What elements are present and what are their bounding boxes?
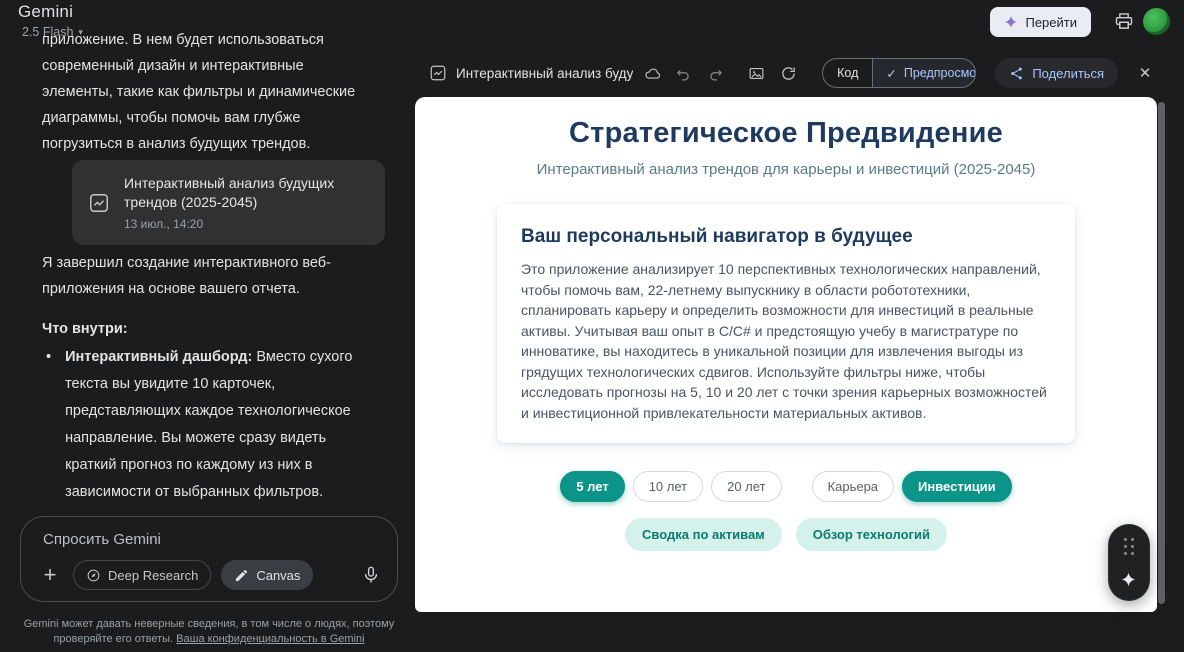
filter-investments[interactable]: Инвестиции bbox=[902, 471, 1012, 502]
filter-5-years[interactable]: 5 лет bbox=[560, 471, 625, 502]
canvas-scrollbar bbox=[1158, 102, 1165, 604]
canvas-title[interactable]: Интерактивный анализ будущи... bbox=[456, 66, 633, 81]
canvas-header: Интерактивный анализ будущи... bbox=[415, 52, 1165, 94]
artifact-card[interactable]: Интерактивный анализ будущих трендов (20… bbox=[72, 160, 385, 245]
artifact-title: Интерактивный анализ будущих трендов (20… bbox=[124, 175, 335, 210]
pencil-icon bbox=[236, 569, 248, 581]
canvas-chart-icon bbox=[88, 192, 110, 214]
check-icon: ✓ bbox=[886, 66, 897, 81]
preview-subtitle: Интерактивный анализ трендов для карьеры… bbox=[536, 161, 1036, 178]
screenshot-image-button[interactable] bbox=[746, 60, 768, 86]
canvas-panel: Интерактивный анализ будущи... bbox=[415, 52, 1165, 612]
canvas-preview: Стратегическое Предвидение Интерактивный… bbox=[415, 97, 1157, 612]
composer-toolbar: + Deep Research Canvas bbox=[37, 560, 383, 590]
share-icon bbox=[1011, 67, 1023, 79]
undo-button[interactable] bbox=[673, 60, 695, 86]
chat-message-done: Я завершил создание интерактивного веб-п… bbox=[42, 255, 331, 297]
cloud-save-icon[interactable] bbox=[642, 60, 664, 86]
filter-10-years[interactable]: 10 лет bbox=[632, 471, 704, 502]
filter-20-years[interactable]: 20 лет bbox=[711, 471, 782, 502]
canvas-chip-label: Canvas bbox=[256, 567, 301, 583]
canvas-doc-icon bbox=[429, 64, 447, 82]
code-tab[interactable]: Код bbox=[823, 59, 874, 87]
mic-button[interactable] bbox=[361, 564, 383, 586]
chat-bullet-item: • Интерактивный дашборд: Вместо сухого т… bbox=[46, 344, 368, 506]
intro-card-body: Это приложение анализирует 10 перспектив… bbox=[521, 261, 1047, 421]
preview-tab[interactable]: ✓ Предпросмотр bbox=[873, 59, 976, 87]
gemini-sparkle-icon bbox=[1004, 15, 1018, 29]
gemini-logo: Gemini bbox=[18, 2, 74, 21]
artifact-timestamp: 13 июл., 14:20 bbox=[124, 217, 204, 231]
close-canvas-button[interactable]: ✕ bbox=[1133, 59, 1157, 87]
filter-career[interactable]: Карьера bbox=[811, 471, 895, 502]
chat-message-top: приложение. В нем будет использоваться с… bbox=[42, 32, 356, 152]
bullet-text: Интерактивный дашборд: Вместо сухого тек… bbox=[65, 349, 353, 500]
gemini-app: Gemini 2.5 Flash ▾ Перейти приложение. В… bbox=[0, 0, 1184, 652]
disclaimer: Gemini может давать неверные сведения, в… bbox=[10, 617, 408, 647]
artifact-card-text: Интерактивный анализ будущих трендов (20… bbox=[124, 174, 369, 231]
secondary-actions: Сводка по активам Обзор технологий bbox=[415, 518, 1157, 551]
canvas-chip[interactable]: Canvas bbox=[221, 560, 314, 590]
refresh-button[interactable] bbox=[777, 60, 799, 86]
go-button-label: Перейти bbox=[1025, 14, 1077, 30]
compass-icon bbox=[87, 569, 100, 581]
deep-research-label: Deep Research bbox=[108, 567, 199, 583]
tech-overview-button[interactable]: Обзор технологий bbox=[795, 518, 947, 551]
go-button[interactable]: Перейти bbox=[990, 7, 1091, 37]
share-button[interactable]: Поделиться bbox=[995, 58, 1119, 88]
privacy-link[interactable]: Ваша конфиденциальность в Gemini bbox=[176, 633, 364, 645]
deep-research-chip[interactable]: Deep Research bbox=[73, 560, 212, 590]
code-preview-toggle: Код ✓ Предпросмотр bbox=[822, 58, 977, 88]
redo-button[interactable] bbox=[704, 60, 726, 86]
bullet-icon: • bbox=[46, 349, 52, 365]
scrollbar-thumb[interactable] bbox=[1158, 102, 1165, 604]
time-view-filters: 5 лет 10 лет 20 лет Карьера Инвестиции bbox=[415, 471, 1157, 502]
floating-toolbar bbox=[1108, 524, 1150, 601]
assets-summary-button[interactable]: Сводка по активам bbox=[625, 518, 782, 551]
add-button[interactable]: + bbox=[37, 562, 63, 588]
avatar[interactable] bbox=[1143, 8, 1170, 35]
intro-card: Ваш персональный навигатор в будущее Это… bbox=[497, 204, 1075, 443]
intro-card-title: Ваш персональный навигатор в будущее bbox=[521, 226, 913, 247]
print-button[interactable] bbox=[1114, 11, 1134, 31]
preview-title: Стратегическое Предвидение bbox=[569, 117, 1003, 149]
sparkle-action-icon[interactable] bbox=[1120, 570, 1138, 588]
prompt-input[interactable] bbox=[43, 531, 373, 548]
drag-handle-icon[interactable] bbox=[1123, 538, 1135, 556]
composer: + Deep Research Canvas bbox=[20, 516, 398, 602]
chat-whats-inside: Что внутри: bbox=[42, 321, 128, 337]
